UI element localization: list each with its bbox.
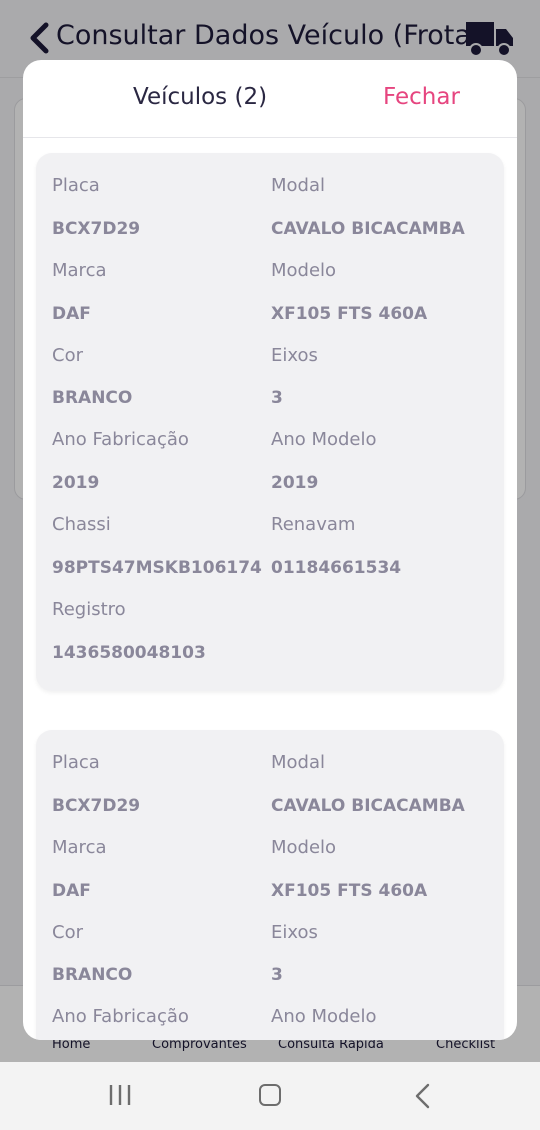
- modal-header: Veículos (2) Fechar: [23, 60, 517, 138]
- field-value-marca: DAF: [52, 304, 91, 324]
- field-value-registro: 1436580048103: [52, 643, 206, 663]
- field-label-ano-modelo: Ano Modelo: [271, 1006, 377, 1027]
- field-label-marca: Marca: [52, 260, 107, 281]
- vehicle-card: Placa Modal BCX7D29 CAVALO BICACAMBA Mar…: [36, 153, 504, 691]
- field-value-modelo: XF105 FTS 460A: [271, 881, 428, 901]
- field-label-marca: Marca: [52, 837, 107, 858]
- field-label-registro: Registro: [52, 599, 126, 620]
- field-value-chassi: 98PTS47MSKB106174: [52, 558, 262, 578]
- field-value-eixos: 3: [271, 965, 283, 985]
- modal-title: Veículos (2): [133, 84, 268, 110]
- field-label-modal: Modal: [271, 175, 325, 196]
- field-value-ano-fabricacao: 2019: [52, 473, 100, 493]
- field-label-placa: Placa: [52, 752, 100, 773]
- field-label-eixos: Eixos: [271, 922, 318, 943]
- field-value-ano-modelo: 2019: [271, 473, 319, 493]
- field-label-ano-fabricacao: Ano Fabricação: [52, 1006, 189, 1027]
- field-label-modal: Modal: [271, 752, 325, 773]
- field-value-modelo: XF105 FTS 460A: [271, 304, 428, 324]
- field-label-ano-fabricacao: Ano Fabricação: [52, 429, 189, 450]
- field-value-marca: DAF: [52, 881, 91, 901]
- vehicles-list[interactable]: Placa Modal BCX7D29 CAVALO BICACAMBA Mar…: [23, 139, 517, 1040]
- field-value-placa: BCX7D29: [52, 796, 141, 816]
- field-value-modal: CAVALO BICACAMBA: [271, 796, 465, 816]
- field-label-eixos: Eixos: [271, 345, 318, 366]
- field-label-chassi: Chassi: [52, 514, 111, 535]
- field-label-ano-modelo: Ano Modelo: [271, 429, 377, 450]
- field-label-renavam: Renavam: [271, 514, 356, 535]
- vehicles-modal: Veículos (2) Fechar Placa Modal BCX7D29 …: [23, 60, 517, 1040]
- field-value-eixos: 3: [271, 388, 283, 408]
- field-value-cor: BRANCO: [52, 965, 133, 985]
- system-nav-bar: [0, 1062, 540, 1130]
- field-label-placa: Placa: [52, 175, 100, 196]
- field-value-renavam: 01184661534: [271, 558, 402, 578]
- close-button[interactable]: Fechar: [383, 84, 460, 110]
- field-label-cor: Cor: [52, 922, 83, 943]
- vehicle-card: Placa Modal BCX7D29 CAVALO BICACAMBA Mar…: [36, 730, 504, 1040]
- field-value-modal: CAVALO BICACAMBA: [271, 219, 465, 239]
- field-value-cor: BRANCO: [52, 388, 133, 408]
- home-icon[interactable]: [259, 1084, 281, 1106]
- back-icon[interactable]: [414, 1083, 432, 1109]
- recent-apps-icon[interactable]: [108, 1084, 132, 1106]
- field-label-cor: Cor: [52, 345, 83, 366]
- field-label-modelo: Modelo: [271, 260, 337, 281]
- field-value-placa: BCX7D29: [52, 219, 141, 239]
- field-label-modelo: Modelo: [271, 837, 337, 858]
